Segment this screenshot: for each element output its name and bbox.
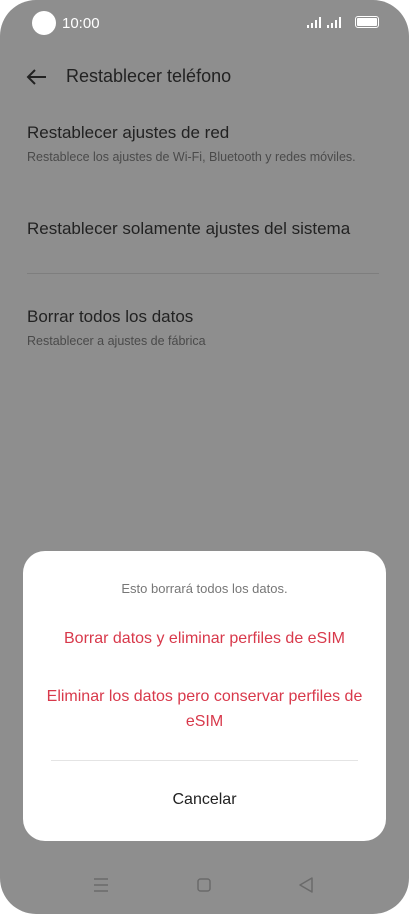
page-title: Restablecer teléfono xyxy=(66,66,232,86)
setting-label: Borrar todos los datos xyxy=(27,307,194,326)
dialog-message: Esto borrará todos los datos. xyxy=(121,581,288,596)
setting-reset-network[interactable]: Restablecer ajustes de red Restablece lo… xyxy=(27,122,387,166)
setting-label: Restablecer ajustes de red xyxy=(27,123,230,142)
back-triangle-icon[interactable] xyxy=(291,870,321,900)
section-divider xyxy=(27,273,379,274)
setting-label: Restablecer solamente ajustes del sistem… xyxy=(27,219,351,238)
erase-keep-esim-button[interactable]: Eliminar los datos pero conservar perfil… xyxy=(43,684,366,734)
navigation-bar xyxy=(0,870,409,906)
setting-sublabel: Restablecer a ajustes de fábrica xyxy=(27,334,206,348)
dialog-divider xyxy=(51,760,358,761)
status-time: 10:00 xyxy=(62,15,100,32)
status-icons xyxy=(307,16,379,28)
phone-screen: 10:00 Restablecer teléfono Restablecer a… xyxy=(0,0,409,914)
signal-1-icon xyxy=(307,17,321,28)
app-header: Restablecer teléfono xyxy=(0,58,409,96)
status-bar: 10:00 xyxy=(0,0,409,46)
erase-and-remove-esim-button[interactable]: Borrar datos y eliminar perfiles de eSIM xyxy=(43,626,366,651)
cancel-button[interactable]: Cancelar xyxy=(23,791,386,809)
signal-2-icon xyxy=(327,17,341,28)
erase-dialog: Esto borrará todos los datos. Borrar dat… xyxy=(23,551,386,841)
setting-erase-all[interactable]: Borrar todos los datos Restablecer a aju… xyxy=(27,306,387,350)
setting-sublabel: Restablece los ajustes de Wi-Fi, Bluetoo… xyxy=(27,150,356,164)
back-arrow-icon[interactable] xyxy=(24,64,50,90)
camera-cutout xyxy=(32,11,56,35)
menu-icon[interactable] xyxy=(86,870,116,900)
battery-icon xyxy=(355,16,379,28)
home-icon[interactable] xyxy=(189,870,219,900)
setting-reset-system[interactable]: Restablecer solamente ajustes del sistem… xyxy=(27,218,387,240)
